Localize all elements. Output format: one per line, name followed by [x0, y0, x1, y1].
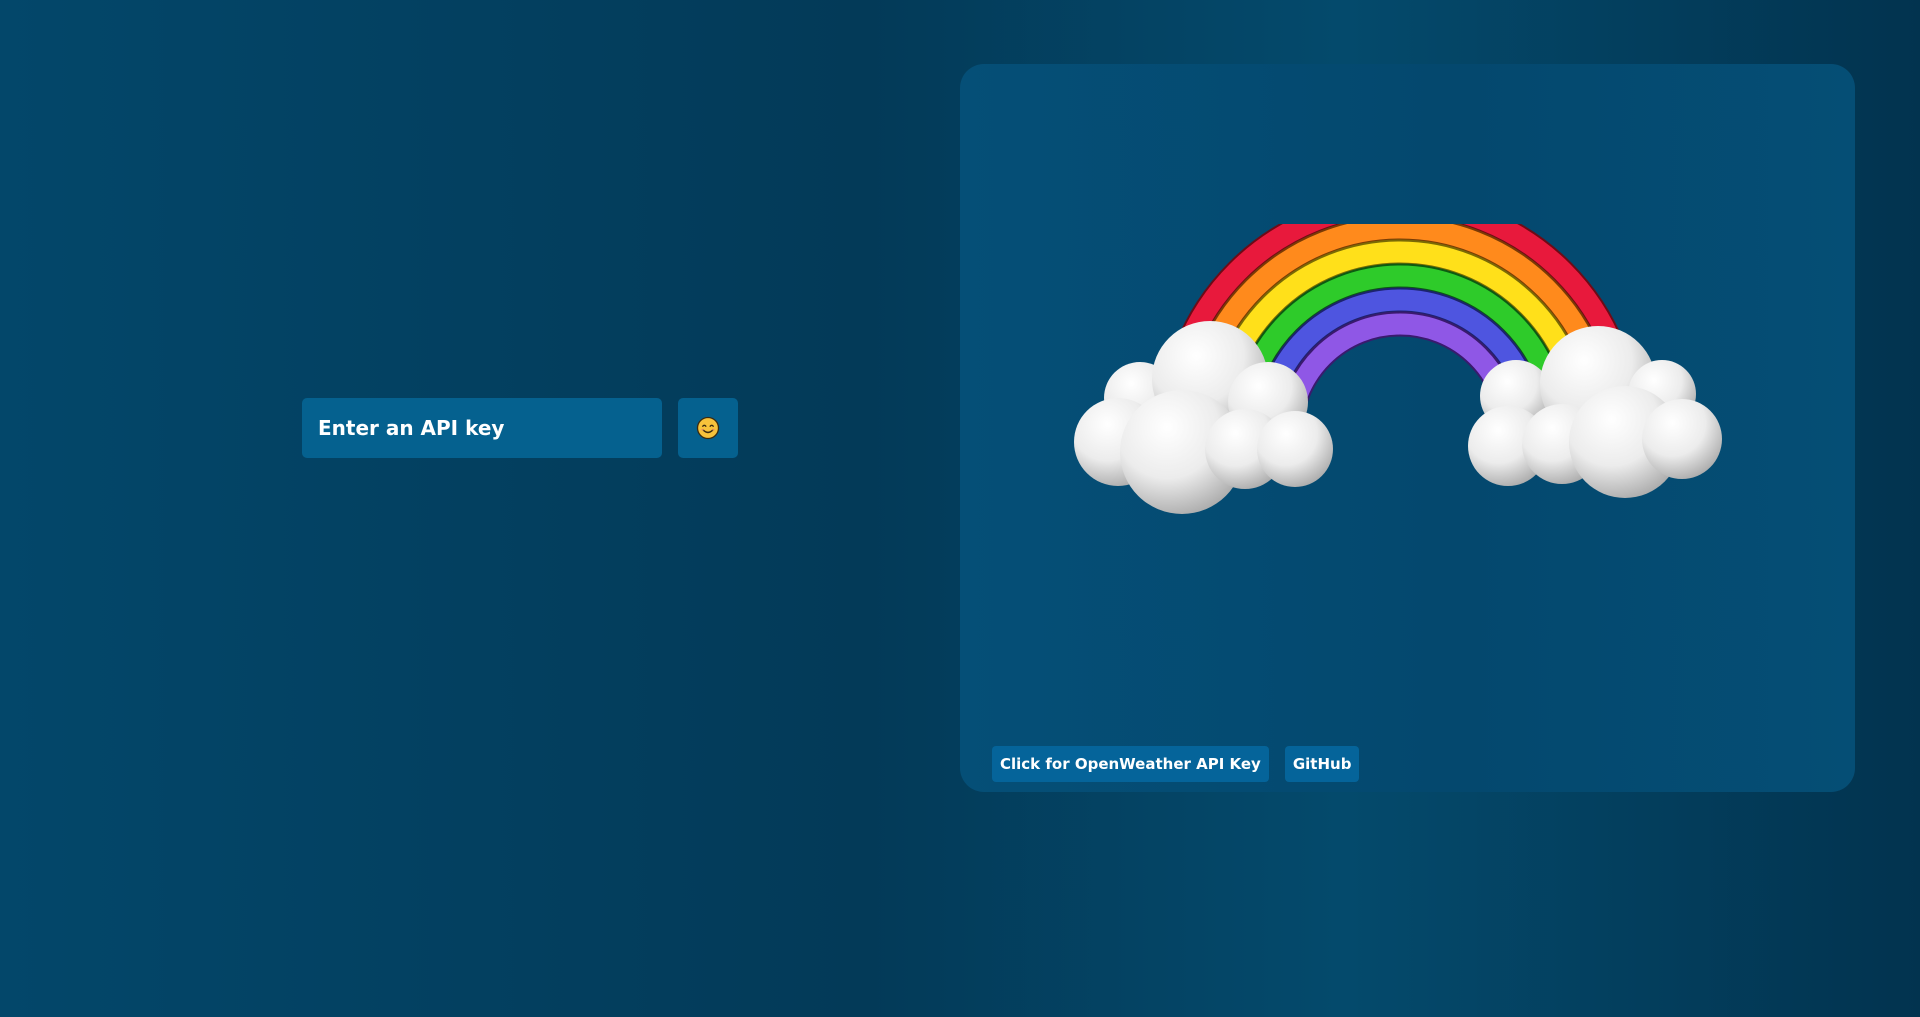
- api-key-input[interactable]: [302, 398, 662, 458]
- panel-links: Click for OpenWeather API Key GitHub: [992, 746, 1360, 782]
- submit-api-key-button[interactable]: [678, 398, 738, 458]
- openweather-api-key-link[interactable]: Click for OpenWeather API Key: [992, 746, 1269, 782]
- weather-panel: Click for OpenWeather API Key GitHub: [960, 64, 1855, 792]
- api-key-form: [302, 398, 738, 458]
- github-link[interactable]: GitHub: [1284, 746, 1360, 782]
- smiling-face-icon: [696, 416, 720, 440]
- rainbow-with-clouds-icon: [1074, 224, 1722, 514]
